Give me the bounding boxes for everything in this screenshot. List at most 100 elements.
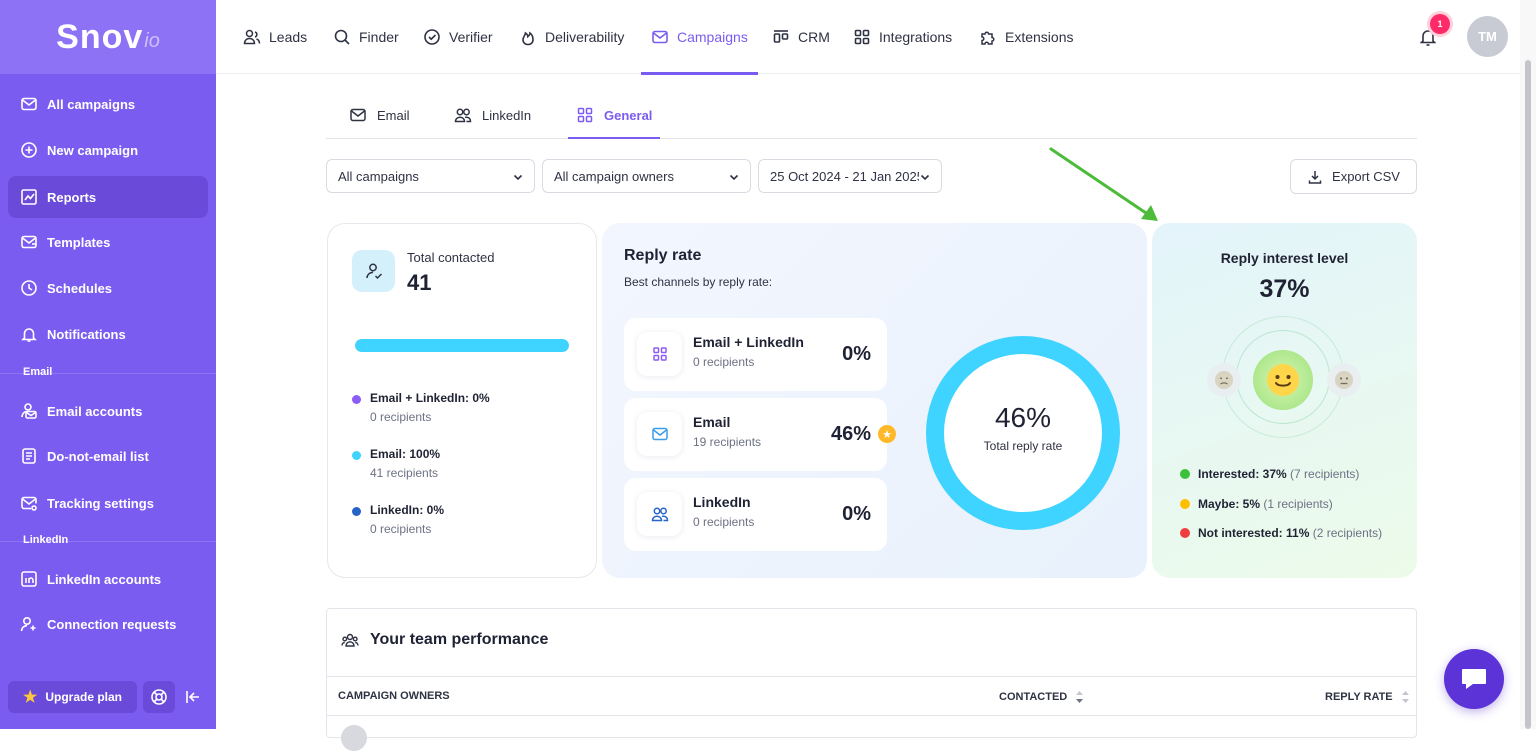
sidebar-item-reports[interactable]: Reports xyxy=(8,176,208,218)
divider xyxy=(0,373,216,374)
channel-recipients: 0 recipients xyxy=(693,515,755,529)
sidebar-item-new-campaign[interactable]: New campaign xyxy=(8,129,208,171)
total-reply-rate-value: 46% xyxy=(994,402,1052,433)
sidebar-item-all-campaigns[interactable]: All campaigns xyxy=(8,83,208,125)
reply-interest-title: Reply interest level xyxy=(1220,250,1349,266)
upgrade-plan-button[interactable]: ★ Upgrade plan xyxy=(8,681,137,713)
sidebar-item-label: All campaigns xyxy=(47,96,136,112)
legend-detail: (7 recipients) xyxy=(1290,467,1360,481)
logo-suffix: io xyxy=(144,29,160,52)
clock-icon xyxy=(21,280,37,296)
column-contacted[interactable]: CONTACTED xyxy=(999,690,1084,704)
table-header: CAMPAIGN OWNERS CONTACTED REPLY RATE xyxy=(327,676,1416,716)
legend-detail: (1 recipients) xyxy=(1263,497,1333,511)
smiling-face-icon xyxy=(1253,350,1313,410)
chevron-down-icon xyxy=(728,171,740,183)
owners-filter-select[interactable]: All campaign owners xyxy=(542,159,751,193)
column-campaign-owners[interactable]: CAMPAIGN OWNERS xyxy=(338,690,450,702)
envelope-icon xyxy=(350,108,366,122)
legend-recipients: 0 recipients xyxy=(370,522,432,536)
date-range-select[interactable]: 25 Oct 2024 - 21 Jan 2025 xyxy=(758,159,942,193)
column-reply-rate[interactable]: REPLY RATE xyxy=(1325,690,1410,704)
nav-verifier[interactable]: Verifier xyxy=(423,0,493,74)
user-check-icon xyxy=(352,250,395,292)
download-icon xyxy=(1308,170,1322,184)
legend-label: Interested: 37% xyxy=(1198,467,1287,481)
sidebar-item-notifications[interactable]: Notifications xyxy=(8,313,208,355)
total-contacted-label: Total contacted xyxy=(407,250,495,265)
lifebuoy-icon xyxy=(151,689,167,705)
channel-row-email: Email 19 recipients 46% ★ xyxy=(624,398,896,471)
nav-finder[interactable]: Finder xyxy=(333,0,399,74)
users-icon xyxy=(454,108,472,123)
tab-general[interactable]: General xyxy=(567,92,661,139)
column-label: CONTACTED xyxy=(999,691,1068,703)
divider xyxy=(0,541,216,542)
team-performance-panel: Your team performance CAMPAIGN OWNERS CO… xyxy=(326,608,1417,751)
sort-icon[interactable] xyxy=(1401,690,1410,704)
nav-extensions[interactable]: Extensions xyxy=(979,0,1073,74)
sidebar-item-schedules[interactable]: Schedules xyxy=(8,267,208,309)
progress-fill xyxy=(355,339,569,352)
nav-label: Verifier xyxy=(449,29,493,45)
envelope-icon xyxy=(652,30,668,44)
sidebar-item-linkedin-accounts[interactable]: LinkedIn accounts xyxy=(8,558,208,600)
interest-legend-maybe: Maybe: 5% (1 recipients) xyxy=(1180,497,1333,511)
logo[interactable]: Snov io xyxy=(0,0,216,74)
channel-row-email-linkedin: Email + LinkedIn 0 recipients 0% xyxy=(624,318,887,391)
export-label: Export CSV xyxy=(1332,169,1400,184)
nav-label: Finder xyxy=(359,29,399,45)
collapse-sidebar-icon[interactable] xyxy=(183,687,203,707)
nav-deliverability[interactable]: Deliverability xyxy=(519,0,624,74)
tab-email[interactable]: Email xyxy=(349,92,410,138)
sidebar-item-connection-requests[interactable]: Connection requests xyxy=(8,603,208,645)
team-performance-title: Your team performance xyxy=(370,631,549,648)
add-user-icon xyxy=(20,616,36,632)
sidebar-item-email-accounts[interactable]: Email accounts xyxy=(8,390,208,432)
sidebar-item-templates[interactable]: Templates xyxy=(8,221,208,263)
export-csv-button[interactable]: Export CSV xyxy=(1290,159,1417,194)
sad-face-icon xyxy=(1207,363,1241,397)
sidebar-item-label: Templates xyxy=(47,234,111,250)
chat-support-button[interactable] xyxy=(1444,649,1504,709)
legend-detail: (2 recipients) xyxy=(1312,526,1383,540)
channel-rate: 0% xyxy=(842,343,871,365)
bell-icon xyxy=(21,328,37,342)
interest-legend-interested: Interested: 37% (7 recipients) xyxy=(1180,467,1359,481)
logo-main: Snov xyxy=(56,17,144,56)
channel-rate: 46% xyxy=(830,423,871,445)
user-avatar[interactable]: TM xyxy=(1467,16,1508,57)
nav-campaigns[interactable]: Campaigns xyxy=(641,0,758,75)
select-value: 25 Oct 2024 - 21 Jan 2025 xyxy=(770,168,924,184)
channel-name: Email xyxy=(693,414,731,430)
tab-label: LinkedIn xyxy=(482,107,532,123)
email-accounts-icon xyxy=(21,403,37,419)
sidebar-item-tracking-settings[interactable]: Tracking settings xyxy=(8,482,208,524)
sidebar-item-label: Reports xyxy=(47,189,97,205)
nav-leads[interactable]: Leads xyxy=(243,0,307,74)
sidebar-item-do-not-email[interactable]: Do-not-email list xyxy=(8,435,208,477)
nav-integrations[interactable]: Integrations xyxy=(853,0,952,74)
team-icon xyxy=(341,633,359,647)
sidebar-item-label: New campaign xyxy=(47,142,139,158)
total-contacted-card: Total contacted 41 Email + LinkedIn: 0% … xyxy=(327,223,597,578)
sort-icon[interactable] xyxy=(1075,690,1084,704)
nav-crm[interactable]: CRM xyxy=(772,0,830,74)
page-scrollbar[interactable] xyxy=(1520,0,1536,729)
puzzle-icon xyxy=(981,31,995,45)
mail-settings-icon xyxy=(21,496,37,511)
total-reply-rate-label: Total reply rate xyxy=(983,439,1063,453)
legend-label: Email: 100% xyxy=(370,447,441,461)
nav-label: Deliverability xyxy=(545,29,625,45)
campaigns-filter-select[interactable]: All campaigns xyxy=(326,159,535,193)
report-tabs: Email LinkedIn General xyxy=(326,92,1417,139)
grid-icon xyxy=(637,332,682,376)
nav-label: Integrations xyxy=(879,29,953,45)
channel-name: Email + LinkedIn xyxy=(693,334,804,350)
help-button[interactable] xyxy=(143,681,175,713)
sidebar: Snov io All campaigns New campaign Repor… xyxy=(0,0,216,729)
tab-label: General xyxy=(604,107,653,123)
scrollbar-thumb[interactable] xyxy=(1525,60,1531,729)
tab-linkedin[interactable]: LinkedIn xyxy=(454,92,531,138)
flame-icon xyxy=(522,31,534,46)
